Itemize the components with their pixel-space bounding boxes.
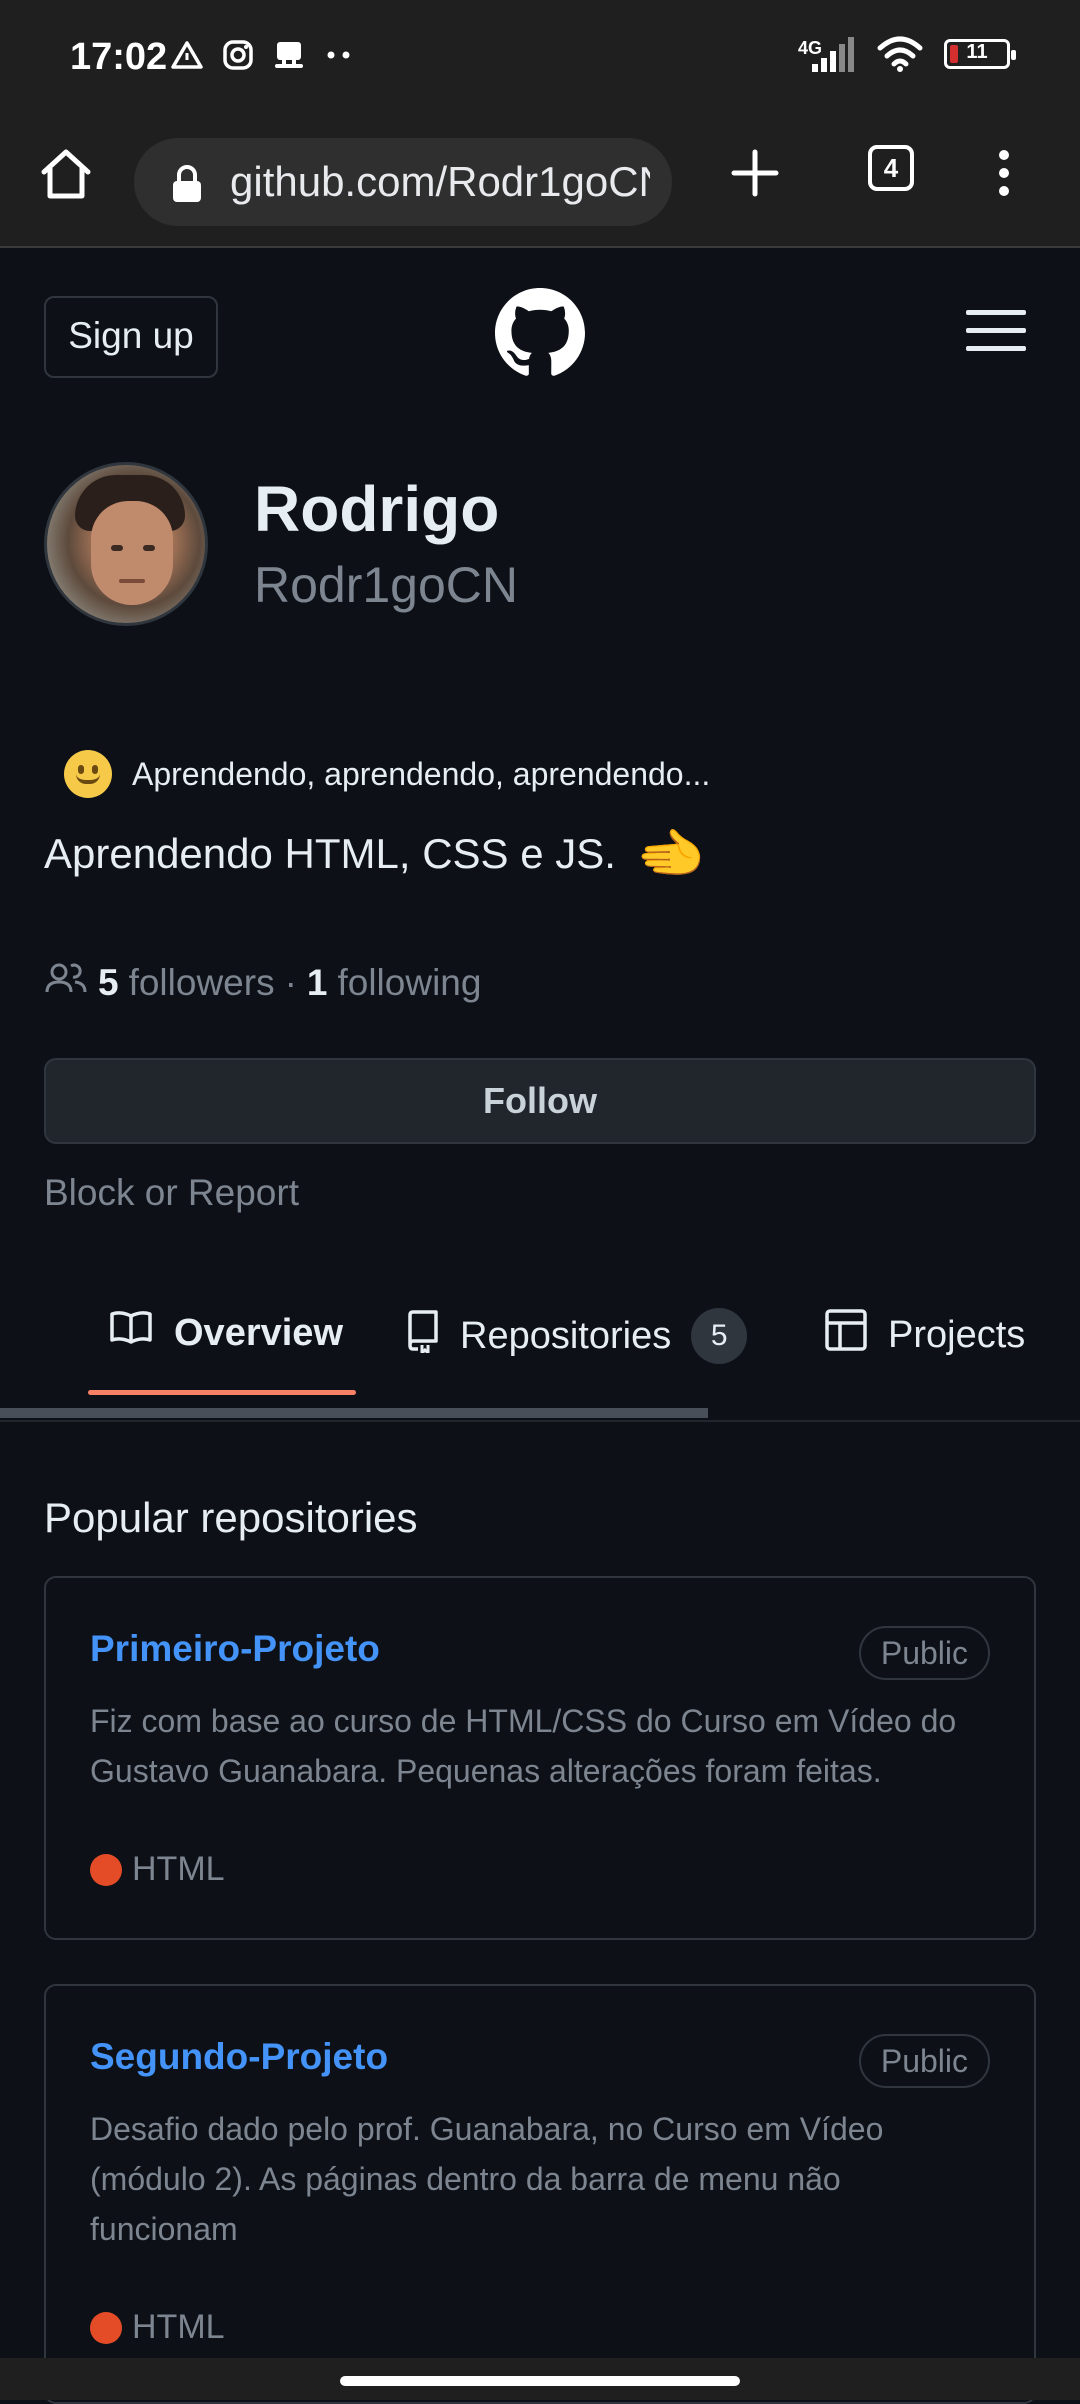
status-notification-icons <box>170 38 354 72</box>
more-dots-icon <box>324 49 354 61</box>
repo-card: Segundo-Projeto Public Desafio dado pelo… <box>44 1984 1036 2404</box>
browser-menu-icon[interactable] <box>994 148 1014 203</box>
repo-language: HTML <box>90 2308 225 2347</box>
avatar[interactable] <box>44 462 208 626</box>
github-logo-icon[interactable] <box>495 288 585 383</box>
instagram-icon <box>222 39 254 71</box>
repositories-count-badge: 5 <box>691 1308 748 1364</box>
visibility-badge: Public <box>858 2034 990 2088</box>
repo-name-link[interactable]: Segundo-Projeto <box>90 2036 388 2078</box>
stats-separator: · <box>284 961 297 1003</box>
battery-level: 11 <box>966 41 988 63</box>
tab-switcher-button[interactable]: 4 <box>868 145 914 191</box>
tab-repositories-label: Repositories <box>460 1314 672 1357</box>
language-color-dot <box>90 1853 122 1886</box>
table-icon <box>824 1308 868 1362</box>
followers-count[interactable]: 5 <box>98 962 119 1004</box>
follow-stats: 5 followers · 1 following <box>44 960 481 1005</box>
github-header: Sign up <box>0 248 1080 428</box>
language-color-dot <box>90 2311 122 2344</box>
signup-button[interactable]: Sign up <box>44 296 218 378</box>
repo-language-label: HTML <box>132 1850 225 1888</box>
new-tab-icon[interactable] <box>730 148 780 203</box>
tab-overview[interactable]: Overview <box>108 1308 343 1358</box>
people-icon <box>44 960 88 1005</box>
tab-projects-label: Projects <box>888 1313 1026 1356</box>
url-text: github.com/Rodr1goCN <box>230 158 650 205</box>
book-icon <box>108 1308 154 1358</box>
following-label[interactable]: following <box>337 962 481 1004</box>
hand-emoji-icon: 🫲 <box>635 822 706 885</box>
wifi-icon <box>876 36 924 72</box>
hamburger-menu-icon[interactable] <box>966 310 1026 364</box>
follow-button[interactable]: Follow <box>44 1058 1036 1144</box>
warning-triangle-icon <box>170 40 204 70</box>
status-text: Aprendendo, aprendendo, aprendendo... <box>132 755 711 792</box>
profile-tabs: Overview Repositories 5 Projects <box>0 1260 1080 1422</box>
system-navigation-bar <box>0 2358 1080 2400</box>
repo-description: Desafio dado pelo prof. Guanabara, no Cu… <box>90 2111 884 2247</box>
bio-text: Aprendendo HTML, CSS e JS. <box>44 830 616 877</box>
tabs-divider <box>0 1420 1080 1422</box>
status-time: 17:02 <box>70 36 168 78</box>
tab-projects[interactable]: Projects <box>824 1308 1025 1362</box>
home-icon[interactable] <box>36 144 96 204</box>
lock-icon <box>170 164 204 209</box>
repo-card: Primeiro-Projeto Public Fiz com base ao … <box>44 1576 1036 1940</box>
gesture-handle[interactable] <box>340 2376 740 2386</box>
signal-icon <box>810 36 856 72</box>
profile-bio: Aprendendo HTML, CSS e JS. 🫲 <box>44 826 706 882</box>
repo-description: Fiz com base ao curso de HTML/CSS do Cur… <box>90 1703 957 1789</box>
status-bar: 17:02 4G 11 <box>0 0 1080 116</box>
repo-icon <box>404 1309 440 1363</box>
tabs-scrollbar[interactable] <box>0 1408 708 1418</box>
repo-language: HTML <box>90 1850 225 1889</box>
smile-emoji-icon <box>64 750 112 798</box>
user-status: Aprendendo, aprendendo, aprendendo... <box>64 750 710 798</box>
address-bar[interactable]: github.com/Rodr1goCN <box>134 138 672 226</box>
repo-language-label: HTML <box>132 2308 225 2346</box>
followers-label[interactable]: followers <box>129 962 275 1004</box>
following-count[interactable]: 1 <box>307 962 328 1004</box>
visibility-badge: Public <box>858 1626 990 1680</box>
tab-repositories[interactable]: Repositories 5 <box>404 1308 748 1364</box>
repo-name-link[interactable]: Primeiro-Projeto <box>90 1628 380 1670</box>
active-tab-indicator <box>88 1390 356 1395</box>
status-system-icons: 11 <box>810 36 1016 72</box>
browser-toolbar: github.com/Rodr1goCN 4 <box>0 116 1080 248</box>
profile-username: Rodr1goCN <box>254 557 519 613</box>
block-report-link[interactable]: Block or Report <box>44 1172 299 1214</box>
profile-name: Rodrigo <box>254 473 500 545</box>
battery-icon: 11 <box>944 39 1016 69</box>
tab-overview-label: Overview <box>174 1311 343 1354</box>
popular-repositories-title: Popular repositories <box>44 1494 418 1541</box>
store-icon <box>272 38 306 72</box>
